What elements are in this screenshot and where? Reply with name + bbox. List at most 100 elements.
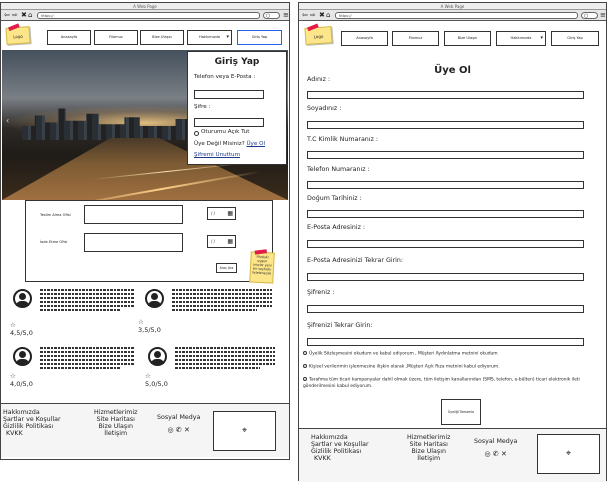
home-icon[interactable]: ⌂ bbox=[28, 11, 32, 20]
login-panel: Giriş Yap Telefon veya E-Posta : Şifre :… bbox=[187, 51, 287, 165]
social-title: Sosyal Medya bbox=[474, 438, 518, 445]
review-text bbox=[172, 293, 272, 295]
review-text bbox=[40, 309, 120, 311]
footer-link[interactable]: Gizlilik Politikası bbox=[3, 423, 61, 430]
map-box[interactable]: ⌖ bbox=[537, 434, 600, 474]
complete-registration-button[interactable]: Üyeliği Tamamla bbox=[441, 399, 481, 425]
review-text bbox=[172, 309, 257, 311]
field-name-input[interactable] bbox=[307, 91, 584, 99]
tab-title: A Web Page bbox=[1, 3, 289, 10]
x-icon[interactable]: ✖ bbox=[21, 11, 27, 20]
nav-about-dropdown[interactable]: Hakkımızda bbox=[187, 30, 232, 45]
review-text bbox=[40, 301, 134, 303]
footer-link[interactable]: KVKK bbox=[311, 455, 369, 462]
x-twitter-icon[interactable]: ✕ bbox=[501, 450, 507, 458]
nav-home[interactable]: Anasayfa bbox=[47, 30, 91, 45]
field-phone-input[interactable] bbox=[307, 181, 584, 189]
consent-membership[interactable]: Üyelik Sözleşmesini okudum ve kabul ediy… bbox=[303, 351, 603, 358]
avatar-icon bbox=[13, 347, 32, 366]
consent-radio[interactable] bbox=[303, 377, 307, 381]
nav-about-dropdown[interactable]: Hakkımızda bbox=[496, 31, 546, 46]
url-input[interactable]: https:// bbox=[37, 12, 260, 19]
right-arrow-icon[interactable]: ⇨ bbox=[12, 11, 18, 20]
footer-social: Sosyal Medya ◎ ✆ ✕ bbox=[157, 414, 200, 434]
footer-col-services: Hizmetlerimiz Site Haritası Bize Ulaşın … bbox=[407, 434, 450, 462]
field-label-email-repeat: E-Posta Adresinizi Tekrar Girin: bbox=[307, 257, 404, 264]
x-twitter-icon[interactable]: ✕ bbox=[184, 426, 190, 434]
home-icon[interactable]: ⌂ bbox=[326, 11, 330, 20]
footer-link[interactable]: Hakkımızda bbox=[311, 434, 369, 441]
whatsapp-icon[interactable]: ✆ bbox=[493, 450, 499, 458]
logo[interactable]: Logo bbox=[304, 23, 333, 45]
tape-decoration bbox=[307, 23, 319, 32]
pickup-input[interactable] bbox=[84, 205, 183, 224]
map-box[interactable]: ⌖ bbox=[213, 411, 276, 451]
map-pin-icon: ⌖ bbox=[241, 426, 248, 436]
nav-contact[interactable]: Bize Ulaşın bbox=[140, 30, 184, 45]
nav-login[interactable]: Giriş Yap bbox=[237, 30, 282, 45]
footer-link[interactable]: KVKK bbox=[3, 430, 61, 437]
login-title: Giriş Yap bbox=[214, 57, 260, 67]
footer-link[interactable]: Site Haritası bbox=[407, 441, 450, 448]
field-password-input[interactable] bbox=[307, 305, 584, 313]
review-text bbox=[175, 347, 275, 349]
return-input[interactable] bbox=[84, 233, 183, 252]
hamburger-icon[interactable]: ≡ bbox=[283, 11, 289, 20]
footer-link[interactable]: Şartlar ve Koşullar bbox=[311, 441, 369, 448]
hamburger-icon[interactable]: ≡ bbox=[600, 11, 606, 20]
footer-link[interactable]: Şartlar ve Koşullar bbox=[3, 416, 61, 423]
consent-radio[interactable] bbox=[303, 351, 307, 355]
search-car-button[interactable]: Araç Ara bbox=[216, 263, 237, 273]
whatsapp-icon[interactable]: ✆ bbox=[176, 426, 182, 434]
login-user-input[interactable] bbox=[194, 90, 264, 99]
url-input[interactable]: https:// bbox=[335, 12, 578, 19]
footer-link[interactable]: Bize Ulaşın bbox=[94, 423, 137, 430]
nav-home[interactable]: Anasayfa bbox=[341, 31, 388, 46]
field-birthdate-input[interactable] bbox=[307, 210, 584, 218]
field-password-repeat-input[interactable] bbox=[307, 338, 584, 346]
field-tc-input[interactable] bbox=[307, 151, 584, 159]
field-email-repeat-input[interactable] bbox=[307, 273, 584, 281]
pickup-date-input[interactable]: / / ▦ bbox=[207, 207, 236, 220]
consent-radio[interactable] bbox=[303, 364, 307, 368]
x-icon[interactable]: ✖ bbox=[319, 11, 325, 20]
consent-marketing[interactable]: Tarafıma tüm ticari kampanyalar dahil ol… bbox=[303, 377, 605, 390]
review-text bbox=[40, 289, 134, 291]
search-icon[interactable]: ○ bbox=[263, 12, 280, 19]
nav-fleet[interactable]: Filomuz bbox=[94, 30, 138, 45]
instagram-icon[interactable]: ◎ bbox=[168, 426, 174, 434]
instagram-icon[interactable]: ◎ bbox=[485, 450, 491, 458]
footer-link[interactable]: Gizlilik Politikası bbox=[311, 448, 369, 455]
map-pin-icon: ⌖ bbox=[565, 449, 572, 459]
field-surname-input[interactable] bbox=[307, 121, 584, 129]
footer-link[interactable]: Bize Ulaşın bbox=[407, 448, 450, 455]
remember-checkbox[interactable] bbox=[194, 131, 199, 136]
forgot-password-link[interactable]: Şifremi Unuttum bbox=[194, 152, 240, 158]
footer-link[interactable]: Hizmetlerimiz bbox=[94, 409, 137, 416]
field-label-email: E-Posta Adresiniz : bbox=[307, 224, 366, 231]
footer-link[interactable]: İletişim bbox=[94, 430, 137, 437]
carousel-prev-icon[interactable]: ‹ bbox=[6, 116, 9, 125]
left-arrow-icon[interactable]: ⇦ bbox=[4, 11, 10, 20]
not-member-label: Üye Değil Misiniz? bbox=[194, 141, 245, 147]
nav-contact[interactable]: Bize Ulaşın bbox=[444, 31, 491, 46]
footer-link[interactable]: İletişim bbox=[407, 455, 450, 462]
footer-link[interactable]: Site Haritası bbox=[94, 416, 137, 423]
right-arrow-icon[interactable]: ⇨ bbox=[310, 11, 316, 20]
consent-personal-data[interactable]: Kişisel verilerimin işlenmesine ilişkin … bbox=[303, 364, 603, 371]
search-icon[interactable]: ○ bbox=[581, 12, 598, 19]
footer-link[interactable]: Hakkımızda bbox=[3, 409, 61, 416]
field-label-tc: T.C Kimlik Numaranız : bbox=[307, 136, 378, 143]
register-link[interactable]: Üye Ol bbox=[246, 141, 265, 147]
nav-login[interactable]: Giriş Yap bbox=[551, 31, 599, 46]
left-arrow-icon[interactable]: ⇦ bbox=[302, 11, 308, 20]
review-text bbox=[40, 293, 134, 295]
nav-fleet[interactable]: Filomuz bbox=[392, 31, 439, 46]
logo[interactable]: Logo bbox=[5, 23, 31, 45]
login-password-input[interactable] bbox=[194, 118, 264, 127]
field-email-input[interactable] bbox=[307, 240, 584, 248]
return-date-input[interactable]: / / ▦ bbox=[207, 235, 236, 248]
field-label-name: Adınız : bbox=[307, 76, 331, 83]
footer-link[interactable]: Hizmetlerimiz bbox=[407, 434, 450, 441]
review-rating-value: 5,0/5,0 bbox=[145, 380, 168, 388]
